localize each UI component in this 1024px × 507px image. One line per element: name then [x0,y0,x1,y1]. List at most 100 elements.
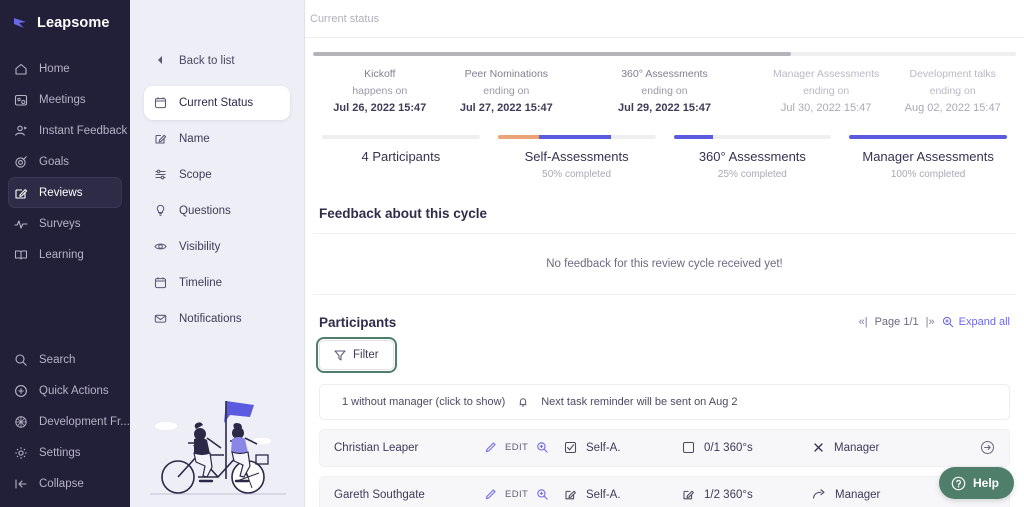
subnav-item-scope[interactable]: Scope [144,158,290,192]
edit-pencil-icon[interactable] [484,488,497,501]
x-icon[interactable] [812,441,825,454]
timeline-progress-fill [313,52,791,56]
sidebar-item-collapse[interactable]: Collapse [8,468,122,499]
milestone: Development talks ending on Aug 02, 2022… [889,66,1016,118]
learning-book-icon [14,248,28,262]
goals-target-icon [14,155,28,169]
participant-edit-controls[interactable]: EDIT [484,441,564,454]
share-arrow-icon[interactable] [812,488,826,501]
sidebar-item-search[interactable]: Search [8,344,122,375]
milestone-date: Jul 30, 2022 15:47 [763,100,890,118]
plus-circle-icon [14,384,28,398]
stat-subtitle: 25% completed [674,169,832,180]
milestone-name: 360° Assessments [566,66,763,83]
subnav-item-visibility[interactable]: Visibility [144,230,290,264]
feedback-empty-text: No feedback for this review cycle receiv… [546,258,783,270]
checkbox-empty-icon[interactable] [682,441,695,454]
back-to-list-button[interactable]: Back to list [144,44,290,78]
subnav-item-label: Current Status [179,97,253,109]
sidebar-item-settings[interactable]: Settings [8,437,122,468]
participant-self-assessment[interactable]: Self-A. [564,441,682,454]
participants-title: Participants [319,315,396,330]
sidebar-item-goals[interactable]: Goals [8,146,122,177]
back-to-list-label: Back to list [179,55,235,67]
participant-row[interactable]: Gareth Southgate EDIT [319,476,1010,507]
subnav-item-label: Scope [179,169,212,181]
help-label: Help [973,476,999,490]
filter-label: Filter [353,349,379,361]
feedback-empty-box: No feedback for this review cycle receiv… [313,233,1016,295]
milestone-when: ending on [447,83,567,100]
sidebar-item-learning[interactable]: Learning [8,239,122,270]
subnav-item-label: Notifications [179,313,242,325]
sidebar-item-label: Quick Actions [39,385,109,397]
subnav-item-name[interactable]: Name [144,122,290,156]
sidebar-item-label: Search [39,354,75,366]
chevron-left-icon [154,54,168,68]
participant-360-assessment[interactable]: 0/1 360°s [682,441,812,454]
edit-pencil-icon[interactable] [484,441,497,454]
sidebar-item-meetings[interactable]: Meetings [8,84,122,115]
subnav-item-notifications[interactable]: Notifications [144,302,290,336]
stat-self-assessments: Self-Assessments 50% completed [489,135,665,180]
expand-all-button[interactable]: Expand all [942,316,1010,328]
edit-pencil-icon[interactable] [682,488,695,501]
page-first-icon[interactable]: «| [859,316,868,328]
sidebar-item-label: Home [39,63,70,75]
brand[interactable]: Leapsome [0,9,130,37]
subnav-item-label: Timeline [179,277,222,289]
milestone-date: Jul 26, 2022 15:47 [313,100,447,118]
magnifier-icon[interactable] [536,441,549,454]
question-circle-icon [951,476,966,491]
sidebar-item-reviews[interactable]: Reviews [8,177,122,208]
sidebar-item-label: Development Fr... [39,416,130,428]
edit-pencil-icon [154,132,168,146]
checkbox-checked-icon[interactable] [564,441,577,454]
sidebar-nav-top: Home Meetings Instant Feedback Goals [0,53,130,270]
stat-manager-assessments: Manager Assessments 100% completed [840,135,1016,180]
participant-manager[interactable]: Manager [812,441,980,454]
milestone-name: Kickoff [313,66,447,83]
bell-reminder-icon [517,396,529,408]
sidebar-item-instant-feedback[interactable]: Instant Feedback [8,115,122,146]
sidebar-item-development-framework[interactable]: Development Fr... [8,406,122,437]
page-label: Page 1/1 [875,316,919,328]
sidebar-item-surveys[interactable]: Surveys [8,208,122,239]
feedback-section-title: Feedback about this cycle [319,206,1016,221]
milestone-name: Development talks [889,66,1016,83]
participant-360-assessment[interactable]: 1/2 360°s [682,488,812,501]
edit-label: EDIT [505,442,528,453]
participants-info-bar: 1 without manager (click to show) Next t… [319,384,1010,420]
subnav-item-label: Name [179,133,210,145]
page-last-icon[interactable]: |» [926,316,935,328]
magnifier-icon[interactable] [536,488,549,501]
sidebar-item-label: Reviews [39,187,82,199]
arrow-right-circle-icon[interactable] [980,440,995,455]
sidebar-item-quick-actions[interactable]: Quick Actions [8,375,122,406]
reminder-text: Next task reminder will be sent on Aug 2 [541,396,737,408]
without-manager-link[interactable]: 1 without manager (click to show) [342,396,505,408]
subnav-item-timeline[interactable]: Timeline [144,266,290,300]
sidebar-item-home[interactable]: Home [8,53,122,84]
edit-pencil-icon[interactable] [564,488,577,501]
milestone-date: Jul 27, 2022 15:47 [447,100,567,118]
help-button[interactable]: Help [939,467,1014,499]
envelope-icon [154,312,168,326]
milestone-when: ending on [889,83,1016,100]
participant-self-assessment[interactable]: Self-A. [564,488,682,501]
subnav-item-questions[interactable]: Questions [144,194,290,228]
subnav-item-current-status[interactable]: Current Status [144,86,290,120]
milestone: Kickoff happens on Jul 26, 2022 15:47 [313,66,447,118]
participant-row[interactable]: Christian Leaper EDIT [319,429,1010,467]
stat-bar [849,135,1007,139]
filter-button[interactable]: Filter [319,340,394,370]
milestone-when: happens on [313,83,447,100]
360-label: 1/2 360°s [704,489,753,501]
stat-title: Self-Assessments [498,149,656,164]
participant-edit-controls[interactable]: EDIT [484,488,564,501]
scope-sliders-icon [154,168,168,182]
subnav-item-label: Questions [179,205,231,217]
stats-row: 4 Participants Self-Assessments 50% comp… [313,135,1016,180]
sidebar-item-label: Surveys [39,218,81,230]
manager-label: Manager [835,489,880,501]
